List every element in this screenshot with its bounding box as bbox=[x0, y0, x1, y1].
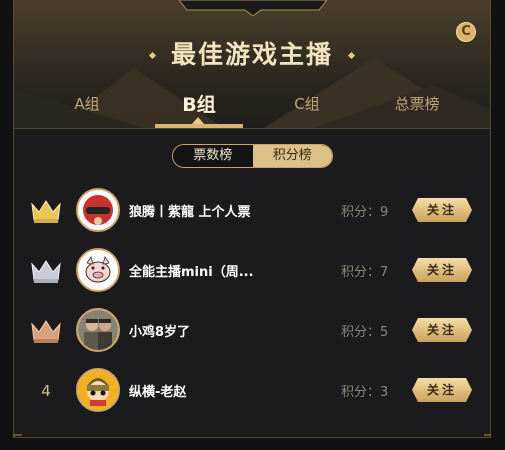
score: 积分：3 bbox=[341, 385, 389, 400]
score: 积分：9 bbox=[341, 205, 389, 220]
follow-button[interactable]: 关注 bbox=[412, 318, 472, 342]
ranking-panel: 最佳游戏主播 C A组 B组 C组 总票榜 票数榜 积分榜 狼腾丨紫龍 上个人票… bbox=[13, 0, 491, 438]
tab-group-b[interactable]: B组 bbox=[154, 90, 244, 117]
active-tab-arrow bbox=[192, 117, 204, 124]
follow-button[interactable]: 关注 bbox=[412, 378, 472, 402]
streamer-name[interactable]: 全能主播mini（周... bbox=[129, 261, 254, 280]
follow-label: 关注 bbox=[426, 383, 457, 397]
follow-label: 关注 bbox=[426, 203, 457, 217]
gold-crown-icon bbox=[30, 198, 62, 224]
votes-ranking-button[interactable]: 票数榜 bbox=[173, 145, 253, 167]
follow-label: 关注 bbox=[426, 323, 457, 337]
list-item: 狼腾丨紫龍 上个人票 积分：9 关注 bbox=[14, 181, 490, 241]
header-notch bbox=[179, 0, 327, 16]
avatar[interactable] bbox=[76, 248, 120, 292]
score: 积分：7 bbox=[341, 265, 389, 280]
score: 积分：5 bbox=[341, 325, 389, 340]
title-diamond-left bbox=[148, 51, 157, 60]
list-item: 全能主播mini（周... 积分：7 关注 bbox=[14, 241, 490, 301]
coin-icon[interactable]: C bbox=[456, 22, 476, 42]
tab-total[interactable]: 总票榜 bbox=[372, 93, 462, 114]
streamer-name[interactable]: 狼腾丨紫龍 上个人票 bbox=[129, 201, 251, 220]
streamer-name[interactable]: 小鸡8岁了 bbox=[129, 321, 190, 340]
ranking-toggle: 票数榜 积分榜 bbox=[172, 144, 333, 168]
follow-label: 关注 bbox=[426, 263, 457, 277]
title-diamond-right bbox=[347, 51, 356, 60]
tab-group-a[interactable]: A组 bbox=[42, 93, 132, 114]
follow-button[interactable]: 关注 bbox=[412, 258, 472, 282]
group-tabs: A组 B组 C组 总票榜 bbox=[14, 87, 490, 128]
bronze-crown-icon bbox=[30, 318, 62, 344]
tab-group-c[interactable]: C组 bbox=[262, 93, 352, 114]
list-item: 4 纵横-老赵 积分：3 关注 bbox=[14, 361, 490, 421]
avatar[interactable] bbox=[76, 188, 120, 232]
streamer-name[interactable]: 纵横-老赵 bbox=[129, 381, 186, 400]
header-divider bbox=[14, 128, 490, 129]
points-ranking-button[interactable]: 积分榜 bbox=[252, 145, 332, 167]
list-item: 小鸡8岁了 积分：5 关注 bbox=[14, 301, 490, 361]
page-title: 最佳游戏主播 bbox=[170, 40, 333, 69]
rank-number-text: 4 bbox=[41, 382, 51, 400]
rank-number: 4 bbox=[30, 378, 62, 404]
avatar[interactable] bbox=[76, 308, 120, 352]
bottom-corner-decoration bbox=[14, 434, 490, 437]
header: 最佳游戏主播 C A组 B组 C组 总票榜 bbox=[14, 0, 490, 128]
title-row: 最佳游戏主播 bbox=[14, 35, 490, 71]
silver-crown-icon bbox=[30, 258, 62, 284]
follow-button[interactable]: 关注 bbox=[412, 198, 472, 222]
avatar[interactable] bbox=[76, 368, 120, 412]
